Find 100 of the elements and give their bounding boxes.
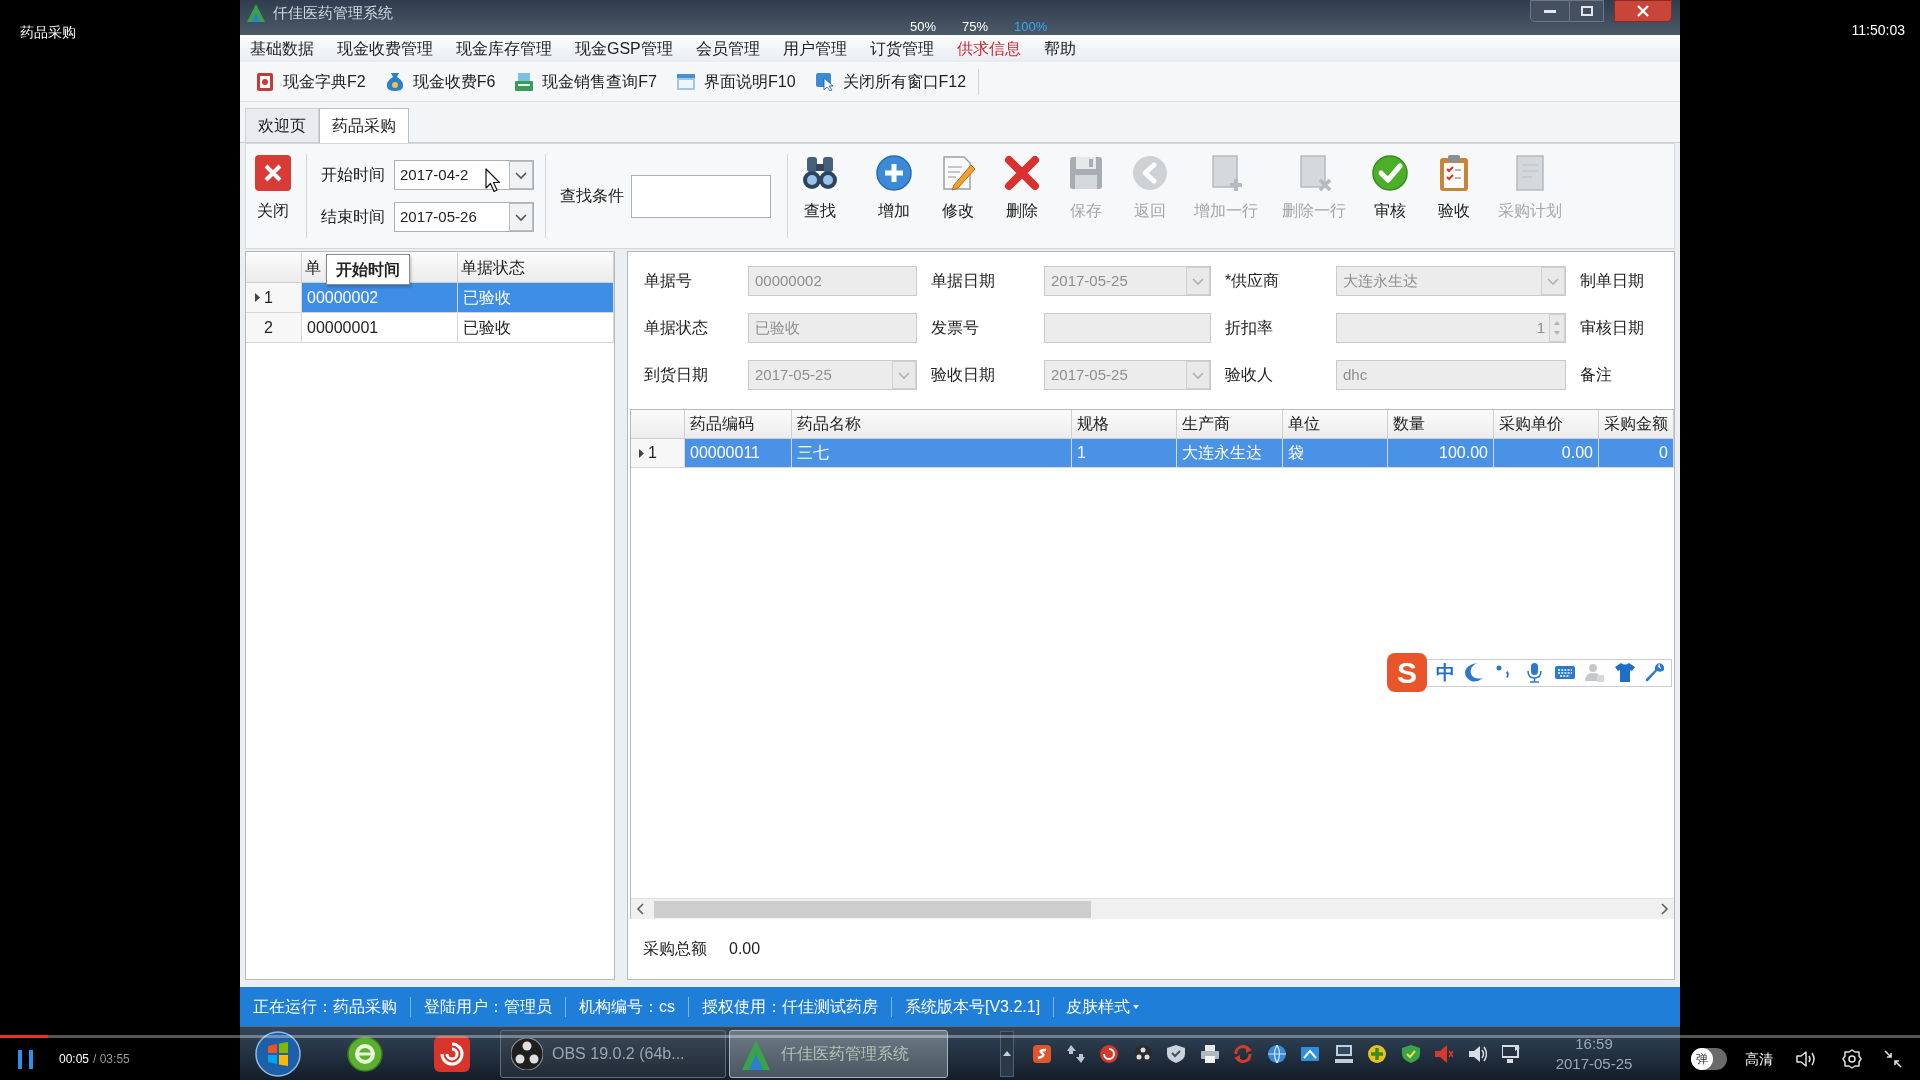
shield-icon[interactable]	[1167, 1044, 1185, 1063]
column-header: 药品名称	[792, 410, 1072, 439]
quality-button[interactable]: 高清	[1745, 1048, 1773, 1070]
menu-item[interactable]: 基础数据	[250, 38, 314, 59]
tooltip: 开始时间	[326, 254, 410, 285]
minimize-button[interactable]	[1530, 0, 1570, 22]
monitor-icon[interactable]	[1502, 1044, 1520, 1063]
menu-item[interactable]: 现金收费管理	[337, 38, 433, 59]
caret-down-icon	[1133, 1004, 1140, 1009]
spiral-icon[interactable]	[1100, 1044, 1118, 1063]
mouse-pointer-icon	[485, 168, 501, 193]
field-label: 折扣率	[1225, 318, 1274, 338]
menu-item[interactable]: 供求信息	[956, 38, 1021, 59]
progress-track[interactable]	[0, 1035, 1920, 1038]
moon-icon[interactable]	[1465, 662, 1485, 683]
spiral-app-icon[interactable]	[434, 1035, 470, 1072]
status-text: 正在运行：药品采购	[240, 996, 411, 1017]
toolbar-button[interactable]: 修改	[930, 144, 986, 248]
current-time: 00:05	[59, 1051, 90, 1068]
date-field[interactable]: 2017-05-26	[394, 202, 534, 232]
menu-item[interactable]: 订货管理	[869, 38, 934, 59]
toolbar-button[interactable]: 验收	[1426, 144, 1482, 248]
close-button[interactable]: 关闭	[251, 144, 295, 248]
field-label: 备注	[1580, 365, 1613, 385]
exit-fullscreen-icon[interactable]	[1884, 1050, 1902, 1068]
total-label: 采购总额	[643, 939, 707, 959]
close-icon	[255, 155, 291, 191]
field-label: 验收日期	[931, 365, 996, 385]
menu-item[interactable]: 现金库存管理	[456, 38, 552, 59]
microphone-icon[interactable]	[1525, 662, 1545, 683]
scrollbar-thumb[interactable]	[654, 900, 1091, 918]
toolbar-button[interactable]: 删除	[994, 144, 1050, 248]
field-label: 结束时间	[321, 207, 386, 227]
field-label: 制单日期	[1580, 271, 1645, 291]
pause-icon	[17, 1049, 34, 1069]
close-button[interactable]	[1614, 0, 1672, 22]
menu-item[interactable]: 帮助	[1043, 38, 1076, 59]
zoom-option[interactable]: 50%	[910, 20, 937, 34]
quick-access-button[interactable]: 关闭所有窗口F12	[815, 71, 967, 92]
computer-icon[interactable]	[1334, 1044, 1353, 1063]
ringed-disc-icon[interactable]	[347, 1035, 383, 1072]
row-number: 2	[264, 317, 273, 338]
menu-item[interactable]: 用户管理	[782, 38, 847, 59]
search-field[interactable]	[631, 174, 771, 218]
horizontal-scrollbar[interactable]	[631, 898, 1674, 919]
taskbar-window-button[interactable]: OBS 19.0.2 (64b...	[500, 1029, 726, 1078]
video-title: 药品采购	[20, 24, 76, 40]
chevron-tile-icon[interactable]	[1301, 1044, 1319, 1063]
column-header: 单位	[1283, 410, 1388, 439]
pause-button[interactable]	[17, 1049, 34, 1069]
shirt-icon[interactable]	[1615, 662, 1635, 683]
field-label: 审核日期	[1580, 318, 1645, 338]
table-cell: 大连永生达	[1177, 439, 1283, 468]
quick-access-button[interactable]: 现金收费F6	[385, 71, 496, 92]
column-header: 规格	[1072, 410, 1177, 439]
date-field[interactable]: 2017-04-2	[394, 160, 534, 190]
book-icon	[256, 72, 274, 91]
show-hidden-icons-button[interactable]	[1000, 1030, 1014, 1077]
app-tile-icon[interactable]	[1033, 1044, 1051, 1063]
status-text: 机构编号：cs	[566, 996, 689, 1017]
ime-logo[interactable]: S	[1387, 653, 1427, 692]
arrows-icon[interactable]	[1066, 1044, 1085, 1063]
printer-icon[interactable]	[1200, 1044, 1219, 1063]
caret-up-icon	[1003, 1051, 1011, 1056]
column-header: 采购单价	[1494, 410, 1599, 439]
cash-register-icon	[515, 72, 534, 91]
toolbar-button[interactable]: 增加	[866, 144, 922, 248]
toolbar-button[interactable]: 审核	[1362, 144, 1418, 248]
maximize-button[interactable]	[1570, 0, 1604, 22]
field-label: 验收人	[1225, 365, 1274, 385]
zoom-option[interactable]: 75%	[962, 20, 989, 34]
shield-check-icon[interactable]	[1401, 1044, 1420, 1063]
quick-access-button[interactable]: 现金字典F2	[256, 71, 366, 92]
plus-circle-icon[interactable]	[1368, 1044, 1386, 1063]
sync-icon[interactable]	[1234, 1044, 1252, 1063]
app-logo-icon	[247, 4, 265, 22]
speaker-icon[interactable]	[1468, 1044, 1487, 1063]
tab[interactable]: 欢迎页	[245, 108, 319, 142]
muted-speaker-icon[interactable]	[1435, 1044, 1453, 1063]
globe-icon[interactable]	[1267, 1044, 1286, 1063]
menu-item[interactable]: 现金GSP管理	[575, 38, 673, 59]
settings-icon[interactable]	[1842, 1049, 1862, 1069]
minimize-icon	[1544, 9, 1556, 13]
input-mode-button[interactable]: 中	[1436, 662, 1455, 683]
start-orb-icon[interactable]	[255, 1030, 301, 1077]
volume-icon[interactable]	[1796, 1050, 1818, 1068]
menu-item[interactable]: 会员管理	[695, 38, 760, 59]
column-header: 采购金额	[1599, 410, 1674, 439]
table-row[interactable]: 00000001 已验收	[302, 313, 614, 343]
tab[interactable]: 药品采购	[319, 108, 409, 143]
circle-logo-icon[interactable]	[1133, 1044, 1152, 1063]
toolbar-button[interactable]: 查找	[792, 144, 848, 248]
column-header: 生产商	[1177, 410, 1283, 439]
field-label: 单据日期	[931, 271, 996, 291]
row-number: 1	[264, 287, 273, 308]
quick-access-button[interactable]: 现金销售查询F7	[515, 71, 657, 92]
danmaku-toggle[interactable]: 弹	[1691, 1048, 1727, 1070]
skin-style-menu[interactable]: 皮肤样式	[1054, 996, 1152, 1017]
wrench-icon[interactable]	[1645, 662, 1665, 683]
quick-access-button[interactable]: 界面说明F10	[677, 71, 796, 92]
